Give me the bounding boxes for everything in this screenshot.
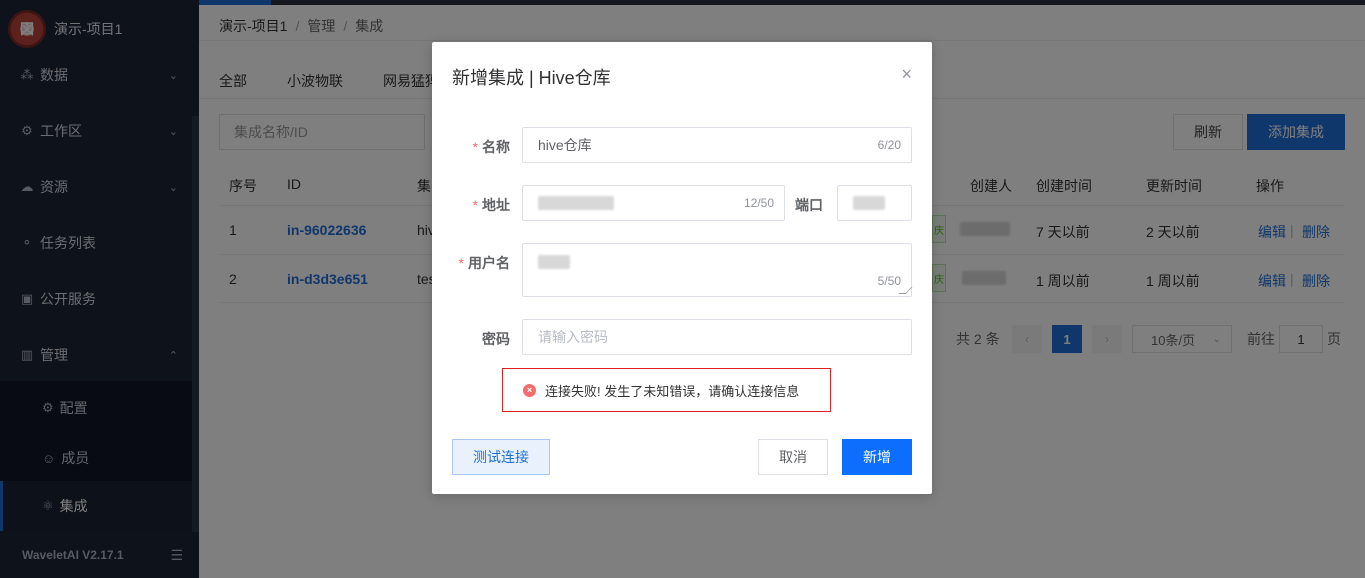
name-field[interactable]: hive仓库 6/20	[522, 127, 912, 163]
required-mark: *	[472, 139, 478, 155]
address-value-redacted	[538, 196, 614, 210]
address-field[interactable]: 12/50	[522, 185, 785, 221]
required-mark: *	[472, 197, 478, 213]
port-label: 端口	[795, 197, 823, 213]
password-label: 密码	[482, 331, 510, 347]
username-field[interactable]: 5/50	[522, 243, 913, 297]
resize-handle[interactable]	[898, 287, 913, 294]
name-char-count: 6/20	[877, 138, 901, 152]
add-integration-dialog: 新增集成 | Hive仓库 × * 名称 hive仓库 6/20 * 地址 12/5…	[432, 42, 932, 494]
test-connection-button[interactable]: 测试连接	[452, 439, 550, 475]
password-field[interactable]: 请输入密码	[522, 319, 912, 355]
cancel-button[interactable]: 取消	[758, 439, 828, 475]
create-button[interactable]: 新增	[842, 439, 912, 475]
password-placeholder: 请输入密码	[538, 329, 608, 345]
error-icon: ×	[523, 383, 536, 397]
close-icon[interactable]: ×	[901, 64, 912, 85]
dialog-title: 新增集成 | Hive仓库	[452, 68, 611, 88]
port-value-redacted	[853, 196, 885, 210]
error-message: 连接失败! 发生了未知错误，请确认连接信息	[545, 383, 800, 399]
address-char-count: 12/50	[743, 196, 774, 210]
username-label: * 用户名	[458, 255, 510, 271]
port-field[interactable]	[837, 185, 912, 221]
required-mark: *	[458, 255, 464, 271]
name-value: hive仓库	[538, 137, 592, 153]
username-value-redacted	[538, 255, 570, 269]
name-label: * 名称	[472, 139, 510, 155]
connection-error-alert: × 连接失败! 发生了未知错误，请确认连接信息	[502, 368, 831, 412]
username-char-count: 5/50	[877, 274, 901, 288]
address-label: * 地址	[472, 197, 510, 213]
